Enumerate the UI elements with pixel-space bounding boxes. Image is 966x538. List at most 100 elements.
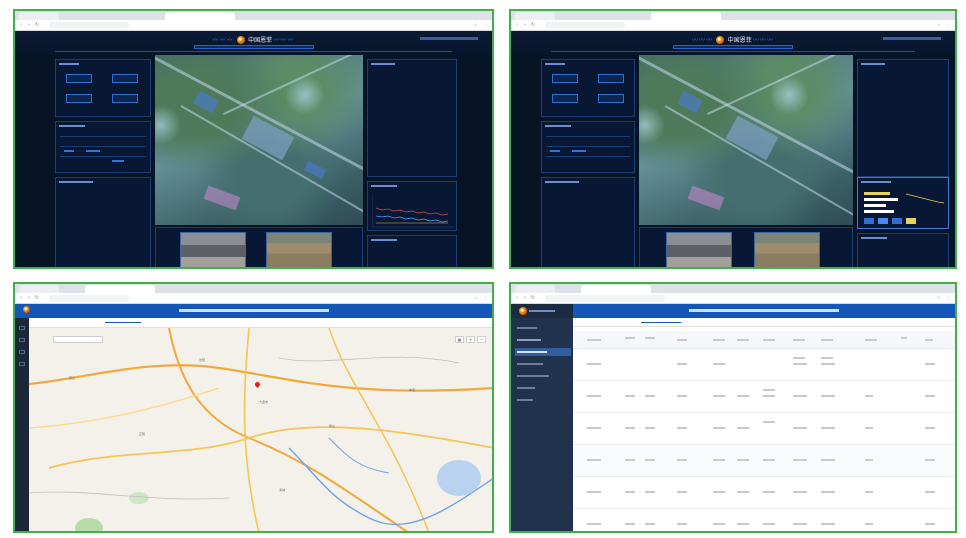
header-user-info[interactable] (420, 37, 478, 40)
browser-tab[interactable] (19, 12, 59, 20)
wave-decoration: 〰〰〰 (212, 37, 234, 44)
plant-block[interactable] (725, 115, 779, 161)
reload-icon[interactable]: ↻ (530, 295, 536, 301)
reload-icon[interactable]: ↻ (34, 22, 40, 28)
column-header (865, 339, 877, 341)
url-field[interactable] (545, 22, 625, 29)
tab-home[interactable] (53, 320, 93, 322)
sidebar-item[interactable] (515, 336, 571, 344)
back-icon[interactable]: ‹ (18, 295, 24, 301)
table-value (64, 150, 74, 152)
browser-tab-active[interactable] (165, 12, 235, 20)
right-bottom-panel (367, 235, 457, 267)
table-cell (925, 395, 935, 397)
bookmark-icon[interactable]: ☆ (473, 22, 478, 28)
plant-block[interactable] (677, 90, 703, 114)
browser-tab[interactable] (515, 12, 555, 20)
screenshot-map-view: ‹ › ↻ ☆ ⋮ 大连市 沈阳 鞍山 辽阳 营口 本溪 海城 ▦ + − (13, 282, 494, 533)
plant-block[interactable] (303, 160, 327, 180)
tab-table[interactable] (641, 320, 681, 323)
sidebar-item[interactable] (515, 372, 571, 380)
aerial-plant-map[interactable] (155, 55, 363, 225)
bookmark-icon[interactable]: ☆ (936, 22, 941, 28)
sidebar-item[interactable] (515, 384, 571, 392)
camera-feed-thumbnail[interactable] (180, 232, 246, 267)
right-top-panel (367, 59, 457, 177)
bookmark-icon[interactable]: ☆ (936, 295, 941, 301)
zoom-out-button[interactable]: − (477, 336, 486, 343)
table-row[interactable] (573, 381, 955, 413)
bookmark-icon[interactable]: ☆ (473, 295, 478, 301)
camera-feed-thumbnail[interactable] (266, 232, 332, 267)
url-field[interactable] (49, 22, 129, 29)
map-search-input[interactable] (53, 336, 103, 343)
url-field[interactable] (49, 295, 129, 302)
browser-tab-active[interactable] (85, 285, 155, 293)
browser-tab-bar (15, 284, 492, 293)
zoom-in-button[interactable]: + (466, 336, 475, 343)
sidebar-icon[interactable] (19, 338, 25, 342)
menu-icon[interactable]: ⋮ (483, 22, 488, 28)
forward-icon[interactable]: › (26, 22, 32, 28)
table-cell (865, 427, 873, 429)
table-cell (645, 459, 655, 461)
brand-name: 中国恩菲 (248, 37, 273, 44)
camera-feed-thumbnail[interactable] (754, 232, 820, 267)
browser-tab-active[interactable] (651, 12, 721, 20)
panel-title (545, 181, 579, 183)
table-row[interactable] (573, 477, 955, 509)
sidebar-icon[interactable] (19, 350, 25, 354)
back-icon[interactable]: ‹ (18, 22, 24, 28)
sidebar-icon[interactable] (19, 326, 25, 330)
forward-icon[interactable]: › (26, 295, 32, 301)
table-cell (925, 523, 935, 525)
back-icon[interactable]: ‹ (514, 295, 520, 301)
header-user-info[interactable] (883, 37, 941, 40)
sidebar-item[interactable] (515, 360, 571, 368)
browser-tab-bar (511, 11, 955, 20)
sidebar-item-active[interactable] (515, 348, 571, 356)
panel-title (371, 239, 397, 241)
back-icon[interactable]: ‹ (514, 22, 520, 28)
reload-icon[interactable]: ↻ (34, 295, 40, 301)
table-row[interactable] (573, 509, 955, 531)
sidebar-icon[interactable] (19, 362, 25, 366)
map-layer-button[interactable]: ▦ (455, 336, 464, 343)
table-cell (587, 523, 601, 525)
indicator-chart-popup[interactable] (857, 177, 949, 229)
plant-block[interactable] (241, 115, 295, 161)
road-map[interactable]: 大连市 沈阳 鞍山 辽阳 营口 本溪 海城 ▦ + − (29, 328, 492, 531)
browser-tab[interactable] (515, 285, 555, 293)
url-field[interactable] (545, 295, 665, 302)
camera-feed-thumbnail[interactable] (666, 232, 732, 267)
trend-chart-panel (367, 181, 457, 231)
flame-logo-icon (519, 307, 527, 315)
sidebar-item[interactable] (515, 396, 571, 404)
table-cell (821, 363, 835, 365)
panel-title (59, 181, 93, 183)
table-divider (546, 146, 630, 147)
table-cell (587, 459, 601, 461)
menu-icon[interactable]: ⋮ (483, 295, 488, 301)
menu-icon[interactable]: ⋮ (946, 22, 951, 28)
plant-block[interactable] (687, 185, 725, 211)
table-cell (645, 523, 655, 525)
menu-icon[interactable]: ⋮ (946, 295, 951, 301)
dashboard-header: 〰〰〰 中国恩菲 〰〰〰 (511, 31, 955, 55)
sidebar-item[interactable] (515, 324, 571, 332)
forward-icon[interactable]: › (522, 22, 528, 28)
table-row[interactable] (573, 349, 955, 381)
plant-block[interactable] (193, 90, 219, 114)
table-row[interactable] (573, 413, 955, 445)
forward-icon[interactable]: › (522, 295, 528, 301)
browser-tab[interactable] (19, 285, 59, 293)
data-table-panel (541, 121, 635, 173)
tab-map[interactable] (105, 320, 141, 323)
table-row[interactable] (573, 445, 955, 477)
plant-block[interactable] (203, 185, 241, 211)
reload-icon[interactable]: ↻ (530, 22, 536, 28)
browser-tab-active[interactable] (581, 285, 651, 293)
aerial-plant-map[interactable] (639, 55, 853, 225)
table-cell (865, 523, 873, 525)
tab-home[interactable] (593, 320, 633, 322)
